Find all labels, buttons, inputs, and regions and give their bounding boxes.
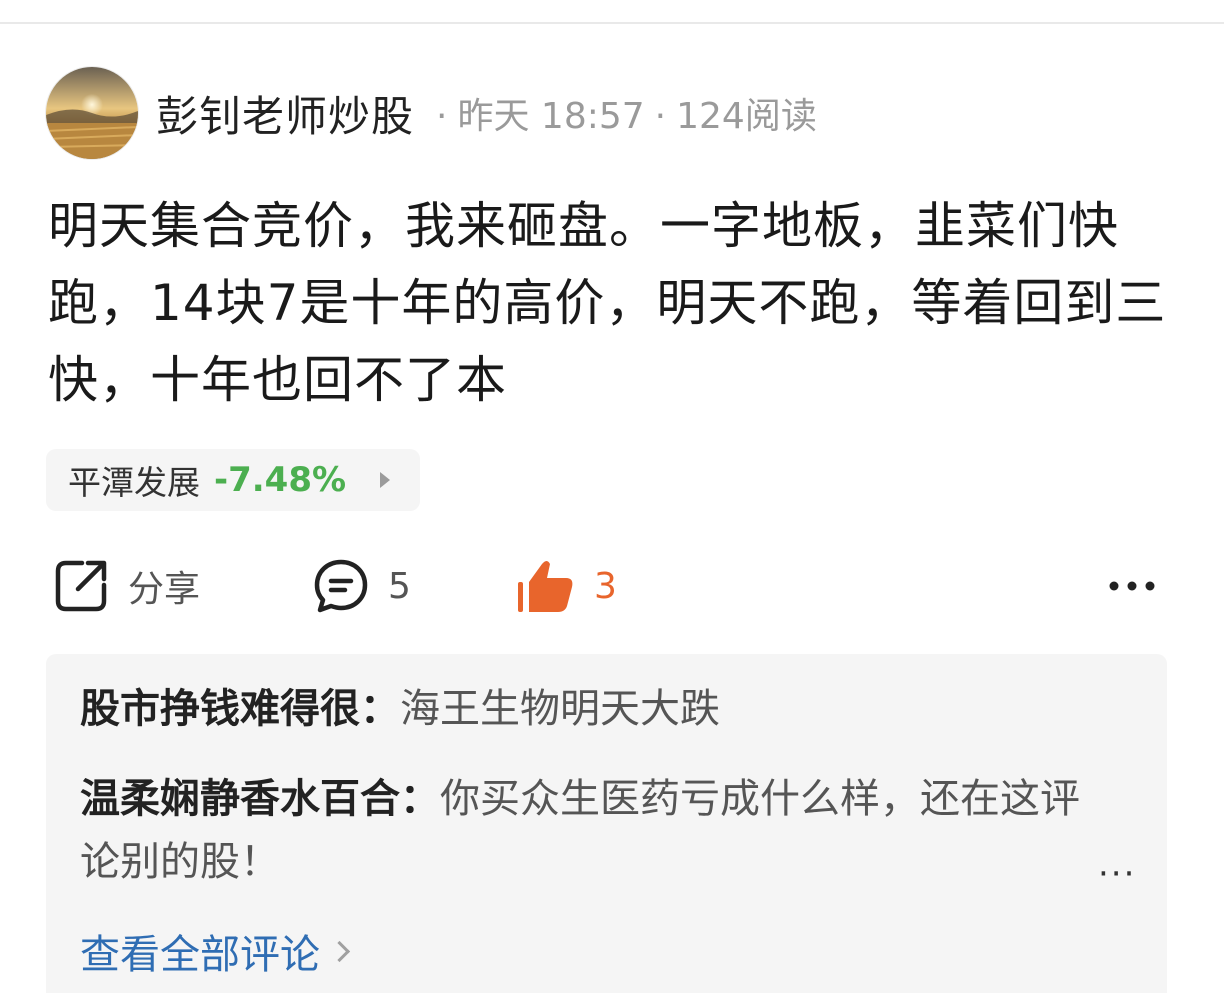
- comment-item[interactable]: 温柔娴静香水百合：你买众生医药亏成什么样，还在这评论别的股！: [80, 768, 1080, 894]
- stock-change: -7.48%: [214, 460, 347, 500]
- like-button[interactable]: 3: [516, 550, 617, 622]
- action-bar: 分享 5 3: [0, 550, 1224, 622]
- thumbs-up-icon: [518, 561, 573, 612]
- post-content[interactable]: 明天集合竞价，我来砸盘。一字地板，韭菜们快跑，14块7是十年的高价，明天不跑，等…: [48, 188, 1168, 419]
- share-label: 分享: [128, 569, 201, 610]
- comment-separator: ：: [400, 776, 440, 822]
- like-count: 3: [594, 565, 617, 607]
- meta-separator: ·: [654, 96, 667, 137]
- author-name[interactable]: 彭钊老师炒股: [156, 83, 414, 144]
- avatar[interactable]: [46, 67, 138, 159]
- top-divider: [0, 22, 1224, 24]
- post-meta: · 昨天 18:57 · 124阅读: [426, 87, 817, 139]
- post-header: 彭钊老师炒股 · 昨天 18:57 · 124阅读: [46, 65, 817, 161]
- comment-count: 5: [388, 565, 411, 607]
- commenter-name[interactable]: 股市挣钱难得很: [80, 686, 360, 732]
- meta-separator: ·: [436, 96, 448, 137]
- view-all-label: 查看全部评论: [80, 932, 320, 978]
- comment-separator: ：: [360, 686, 400, 732]
- comment-button[interactable]: 5: [312, 550, 411, 622]
- comment-text: 海王生物明天大跌: [400, 686, 720, 732]
- comment-icon: [314, 559, 368, 613]
- comments-preview: 股市挣钱难得很：海王生物明天大跌 温柔娴静香水百合：你买众生医药亏成什么样，还在…: [46, 654, 1167, 993]
- more-button[interactable]: [1108, 550, 1156, 622]
- share-button[interactable]: 分享: [52, 550, 200, 622]
- commenter-name[interactable]: 温柔娴静香水百合: [80, 776, 400, 822]
- post-time: 昨天 18:57: [457, 96, 645, 137]
- comment-more-icon[interactable]: ···: [1098, 854, 1136, 894]
- more-horizontal-icon: [1109, 581, 1155, 591]
- stock-name: 平潭发展: [68, 463, 200, 502]
- view-all-comments-link[interactable]: 查看全部评论: [80, 922, 351, 980]
- share-icon: [55, 560, 107, 612]
- play-arrow-icon: [380, 472, 390, 488]
- stock-tag[interactable]: 平潭发展 -7.48%: [46, 449, 420, 511]
- read-count: 124阅读: [676, 96, 817, 137]
- chevron-right-icon: [328, 940, 351, 962]
- comment-item[interactable]: 股市挣钱难得很：海王生物明天大跌: [80, 678, 1080, 741]
